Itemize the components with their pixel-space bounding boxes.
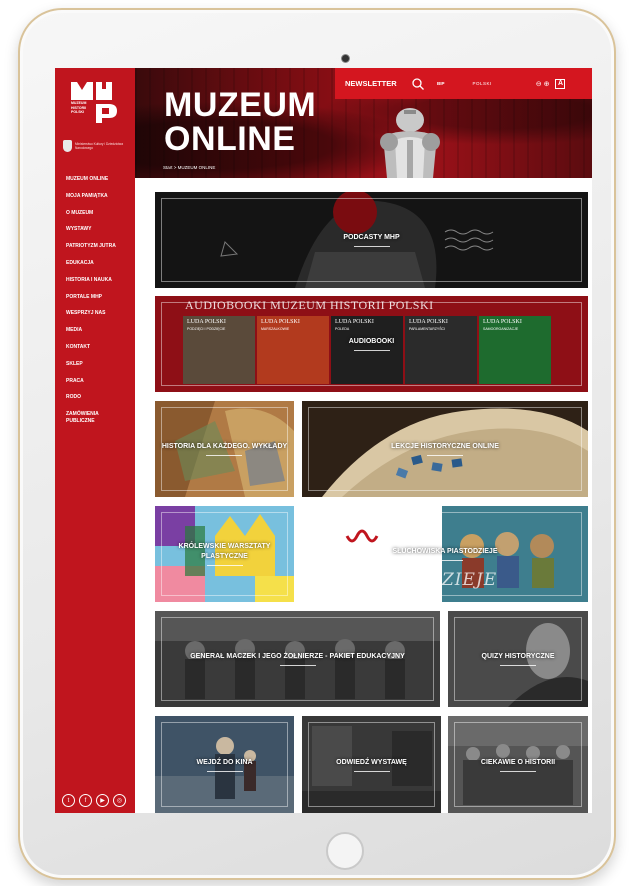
tile-label: HISTORIA DLA KAŻDEGO. WYKŁADY: [156, 442, 293, 456]
social-links: t f ▶ ◎: [62, 794, 126, 807]
nav-item-sklep[interactable]: SKLEP: [66, 361, 132, 378]
armor-image: [380, 108, 440, 178]
tile-wejdz-do-kina[interactable]: WEJDŹ DO KINA: [155, 716, 294, 813]
tile-krolewskie-warsztaty[interactable]: KRÓLEWSKIE WARSZTATY PLASTYCZNE: [155, 506, 294, 602]
zoom-controls[interactable]: ⊖ ⊕: [536, 80, 550, 88]
nav-item-zamowienia-publiczne[interactable]: ZAMÓWIENIA PUBLICZNE: [66, 411, 106, 428]
tile-odwiedz-wystawe[interactable]: ODWIEDŹ WYSTAWĘ: [302, 716, 441, 813]
tile-audiobooki[interactable]: AUDIOBOOKI MUZEUM HISTORII POLSKI LUDA P…: [155, 296, 588, 392]
youtube-icon[interactable]: ▶: [96, 794, 109, 807]
tile-sluchowiska-piastodzieje[interactable]: PIASTODZIEJE SŁUCHOWISKA PIASTODZIEJE: [302, 506, 588, 602]
tile-lekcje-historyczne[interactable]: LEKCJE HISTORYCZNE ONLINE: [302, 401, 588, 497]
nav-item-o-muzeum[interactable]: O MUZEUM: [66, 210, 132, 227]
tile-label: CIEKAWIE O HISTORII: [475, 758, 561, 772]
nav-item-kontakt[interactable]: KONTAKT: [66, 344, 132, 361]
page-header: MUZEUM ONLINE Start > MUZEUM ONLINE NEWS…: [135, 68, 592, 178]
nav-item-praca[interactable]: PRACA: [66, 378, 132, 395]
nav-item-wesprzyj-nas[interactable]: WESPRZYJ NAS: [66, 310, 132, 327]
tile-ciekawie-o-historii[interactable]: CIEKAWIE O HISTORII: [448, 716, 588, 813]
language-selector[interactable]: POLSKI: [473, 81, 492, 86]
nav-item-rodo[interactable]: RODO: [66, 394, 132, 411]
instagram-icon[interactable]: ◎: [113, 794, 126, 807]
page-title-line1: MUZEUM: [164, 86, 317, 124]
nav-item-moja-pamiatka[interactable]: MOJA PAMIĄTKA: [66, 193, 132, 210]
tile-general-maczek[interactable]: GENERAŁ MACZEK I JEGO ŻOŁNIERZE - PAKIET…: [155, 611, 440, 707]
tile-label: WEJDŹ DO KINA: [191, 758, 259, 772]
nav-item-wystawy[interactable]: WYSTAWY: [66, 226, 132, 243]
camera: [342, 55, 349, 62]
tile-label: AUDIOBOOKI: [343, 337, 401, 351]
tile-quizy-historyczne[interactable]: QUIZY HISTORYCZNE: [448, 611, 588, 707]
screen: MUZEUM HISTORII POLSKI Ministerstwo Kult…: [55, 68, 592, 813]
logo-text: MUZEUM HISTORII POLSKI: [71, 101, 87, 114]
page-title-line2: ONLINE: [164, 120, 296, 158]
nav-item-patriotyzm-jutra[interactable]: PATRIOTYZM JUTRA: [66, 243, 132, 260]
nav-item-muzeum-online[interactable]: MUZEUM ONLINE: [66, 176, 132, 193]
top-utility-bar: NEWSLETTER BIP POLSKI ⊖ ⊕ A: [335, 68, 592, 99]
tile-label: ODWIEDŹ WYSTAWĘ: [330, 758, 413, 772]
tile-label: KRÓLEWSKIE WARSZTATY PLASTYCZNE: [155, 542, 294, 566]
tile-podcasty[interactable]: PODCASTY MHP: [155, 192, 588, 288]
contrast-toggle[interactable]: A: [555, 78, 566, 89]
page-title: MUZEUM ONLINE: [164, 88, 316, 156]
home-button[interactable]: [326, 832, 364, 870]
newsletter-link[interactable]: NEWSLETTER: [345, 79, 403, 88]
tile-historia-dla-kazdego[interactable]: HISTORIA DLA KAŻDEGO. WYKŁADY: [155, 401, 294, 497]
sidebar: MUZEUM HISTORII POLSKI Ministerstwo Kult…: [55, 68, 135, 813]
tile-label: PODCASTY MHP: [337, 233, 405, 247]
ministry-logo[interactable]: Ministerstwo Kultury i Dziedzictwa Narod…: [63, 138, 131, 154]
facebook-icon[interactable]: f: [79, 794, 92, 807]
sidebar-nav: MUZEUM ONLINE MOJA PAMIĄTKA O MUZEUM WYS…: [66, 176, 132, 428]
ministry-text: Ministerstwo Kultury i Dziedzictwa Narod…: [75, 142, 124, 150]
tile-label: LEKCJE HISTORYCZNE ONLINE: [385, 442, 505, 456]
tile-label: GENERAŁ MACZEK I JEGO ŻOŁNIERZE - PAKIET…: [184, 652, 411, 666]
search-icon[interactable]: [411, 77, 425, 91]
bip-link[interactable]: BIP: [437, 81, 445, 86]
eagle-emblem-icon: [63, 140, 72, 152]
breadcrumb[interactable]: Start > MUZEUM ONLINE: [163, 165, 215, 170]
tile-label: QUIZY HISTORYCZNE: [476, 652, 561, 666]
nav-item-edukacja[interactable]: EDUKACJA: [66, 260, 132, 277]
nav-item-portale-mhp[interactable]: PORTALE MHP: [66, 294, 132, 311]
nav-item-media[interactable]: MEDIA: [66, 327, 132, 344]
twitter-icon[interactable]: t: [62, 794, 75, 807]
nav-item-historia-i-nauka[interactable]: HISTORIA I NAUKA: [66, 277, 132, 294]
tile-label: SŁUCHOWISKA PIASTODZIEJE: [386, 547, 503, 561]
